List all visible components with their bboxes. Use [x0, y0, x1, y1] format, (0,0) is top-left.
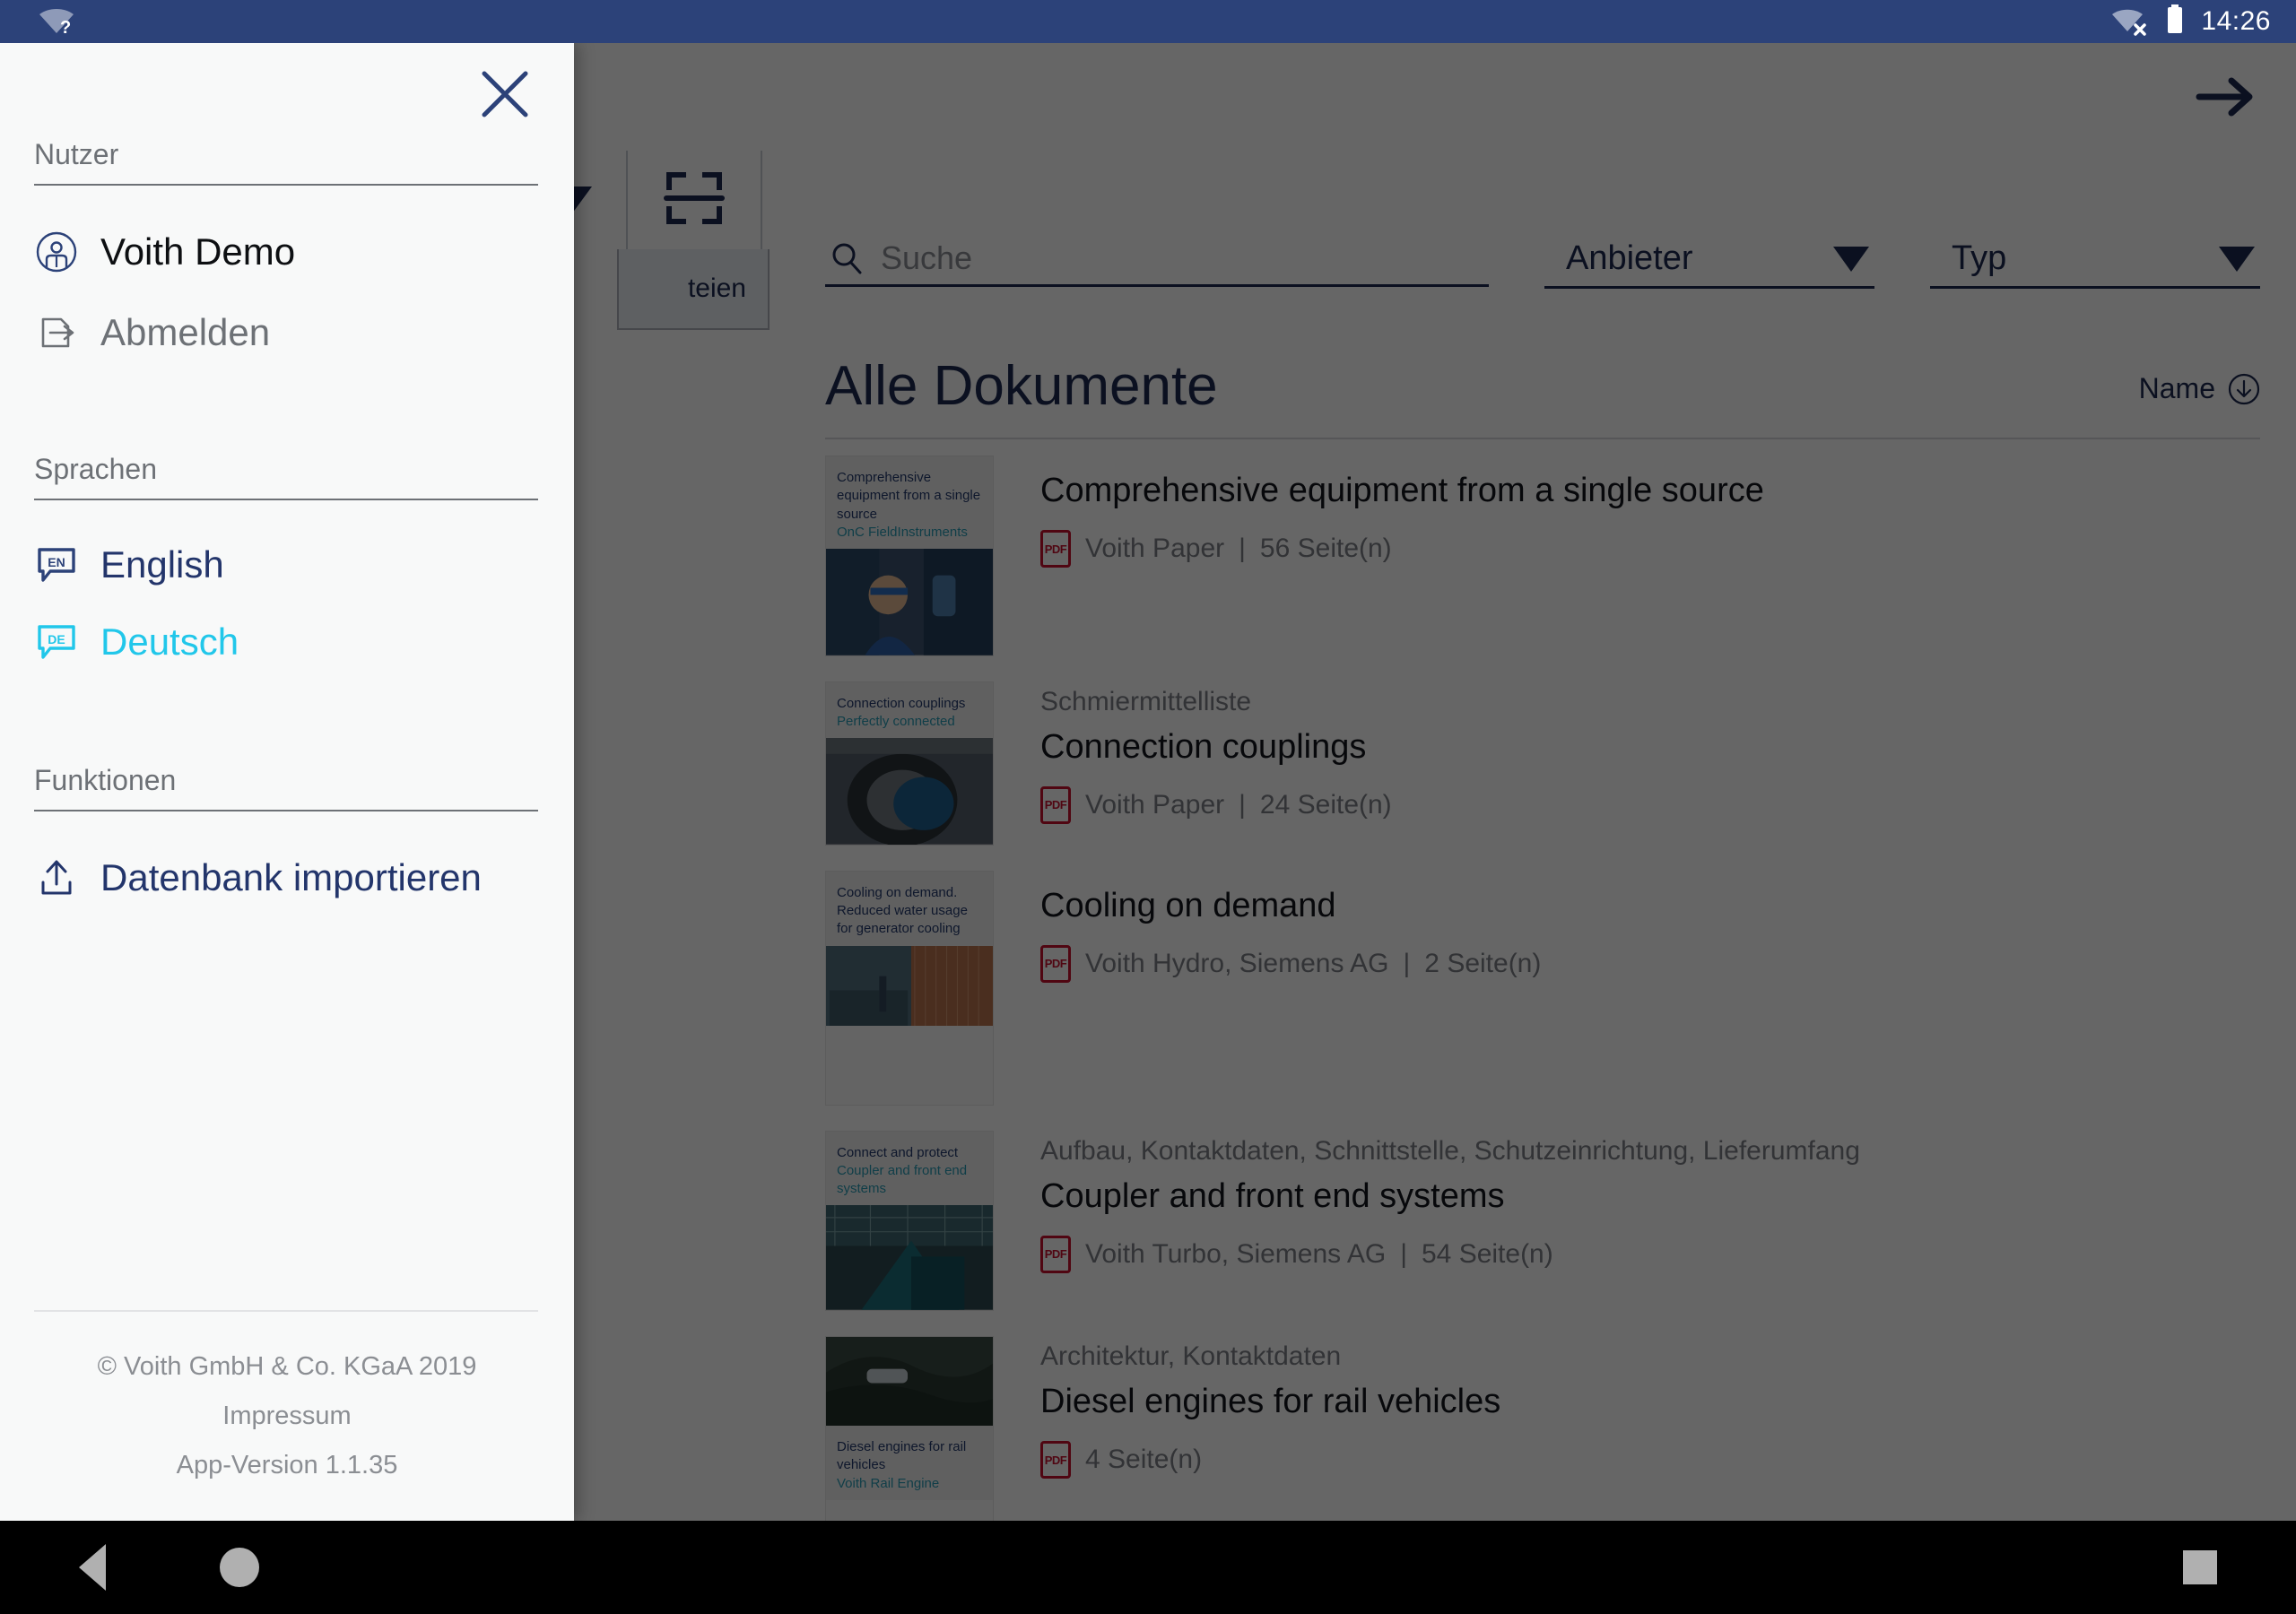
- account-name: Voith Demo: [100, 230, 296, 273]
- language-bubble-icon: DE: [36, 623, 77, 661]
- drawer-item-import-database[interactable]: Datenbank importieren: [0, 856, 574, 899]
- section-label-funktionen: Funktionen: [34, 764, 177, 796]
- footer-imprint-link[interactable]: Impressum: [0, 1392, 574, 1441]
- wifi-off-icon: [2109, 7, 2149, 36]
- language-label-english: English: [100, 543, 224, 586]
- battery-icon: [2165, 4, 2185, 39]
- triangle-back-icon[interactable]: [79, 1544, 106, 1591]
- drawer-item-language-deutsch[interactable]: DE Deutsch: [0, 620, 574, 664]
- section-header-user: Nutzer: [34, 138, 538, 186]
- circle-home-icon[interactable]: [220, 1548, 259, 1587]
- section-label-sprachen: Sprachen: [34, 453, 157, 485]
- svg-text:?: ?: [60, 18, 71, 37]
- square-recents-icon[interactable]: [2183, 1550, 2217, 1584]
- status-clock: 14:26: [2201, 6, 2271, 36]
- help-wifi-icon: ?: [36, 6, 77, 38]
- drawer-footer: © Voith GmbH & Co. KGaA 2019 Impressum A…: [0, 1309, 574, 1521]
- section-header-functions: Funktionen: [34, 764, 538, 811]
- footer-app-version: App-Version 1.1.35: [176, 1450, 398, 1480]
- language-code-en: EN: [48, 555, 65, 569]
- android-navigation-bar: [0, 1521, 2296, 1614]
- drawer-item-language-english[interactable]: EN English: [0, 543, 574, 586]
- footer-divider: [34, 1309, 538, 1312]
- footer-copyright: © Voith GmbH & Co. KGaA 2019: [97, 1351, 477, 1381]
- language-label-deutsch: Deutsch: [100, 620, 239, 663]
- language-code-de: DE: [48, 632, 65, 646]
- language-bubble-icon: EN: [36, 546, 77, 584]
- navigation-drawer: Nutzer Voith Demo Abmelden Sprachen EN E…: [0, 43, 574, 1521]
- drawer-item-account[interactable]: Voith Demo: [0, 230, 574, 273]
- section-label-nutzer: Nutzer: [34, 138, 119, 170]
- drawer-item-logout[interactable]: Abmelden: [0, 311, 574, 354]
- status-left-icons: ?: [36, 6, 77, 38]
- screen-root: ? 14:26 Nutzer Voith Demo Abmelden Sprac…: [0, 0, 2296, 1614]
- close-icon[interactable]: [479, 68, 531, 120]
- upload-icon: [36, 857, 77, 898]
- status-right-icons: 14:26: [2109, 4, 2271, 39]
- section-header-languages: Sprachen: [34, 453, 538, 500]
- import-database-label: Datenbank importieren: [100, 856, 482, 898]
- user-circle-icon: [36, 231, 77, 273]
- drawer-header: [0, 43, 574, 138]
- android-status-bar: ? 14:26: [0, 0, 2296, 43]
- logout-label: Abmelden: [100, 311, 271, 353]
- logout-icon: [36, 312, 77, 353]
